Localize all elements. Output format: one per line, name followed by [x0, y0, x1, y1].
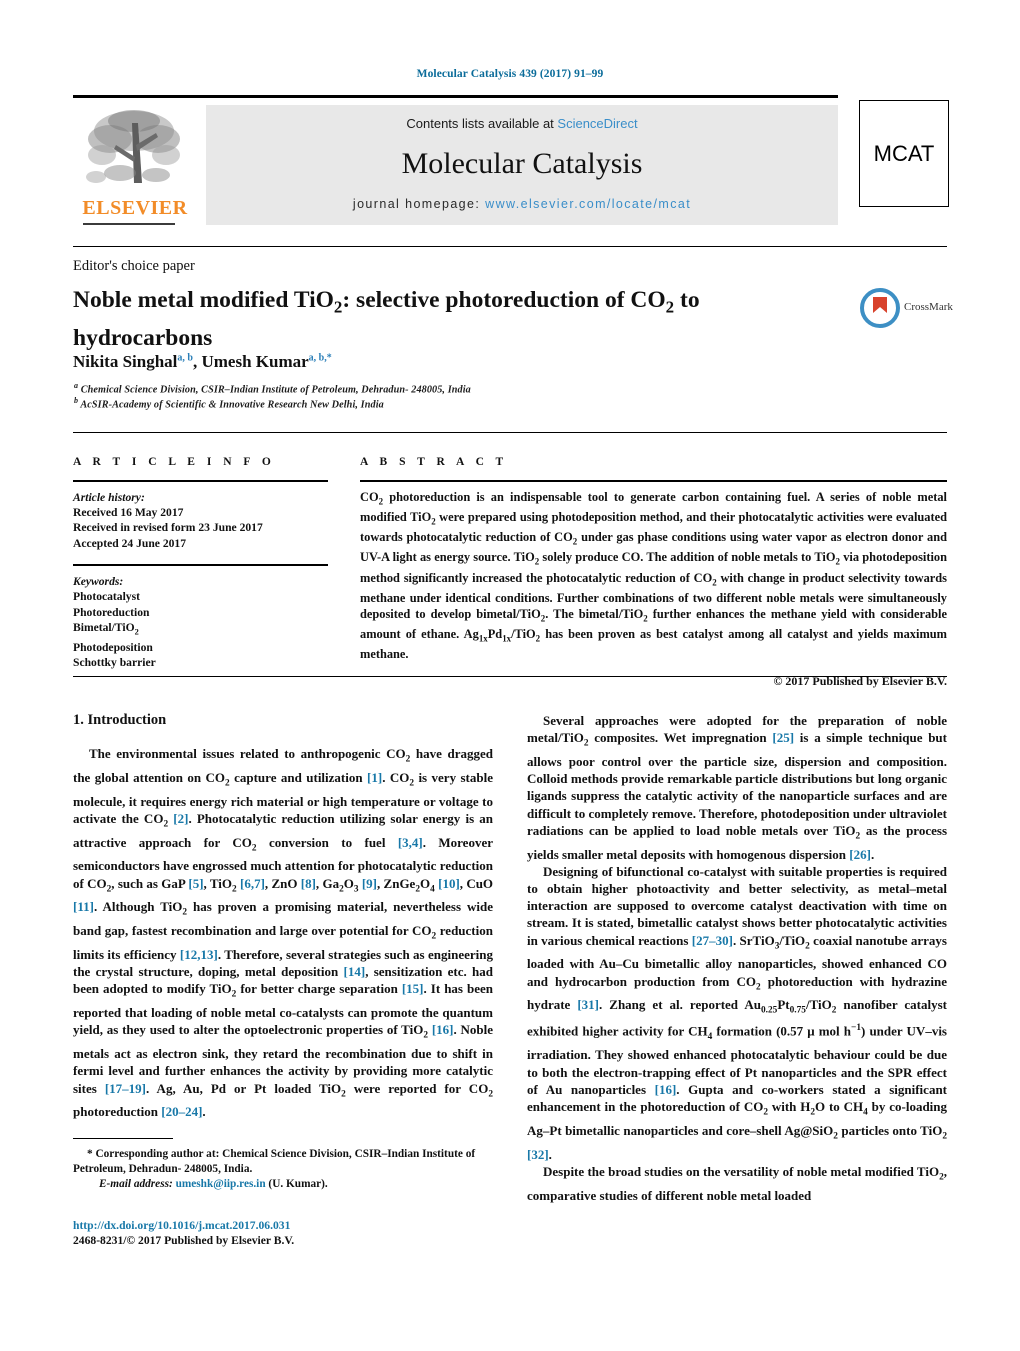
section-heading-introduction: 1. Introduction	[73, 712, 167, 728]
article-info-heading: A R T I C L E I N F O	[73, 456, 276, 468]
citation-ref[interactable]: [14]	[344, 964, 366, 979]
citation-ref[interactable]: [32]	[527, 1147, 549, 1162]
author-name-1: Nikita Singhal	[73, 352, 178, 371]
author-affil-marker-1: a, b	[177, 352, 193, 364]
elsevier-tree-baseline	[83, 222, 175, 225]
citation-ref[interactable]: [27–30]	[692, 933, 733, 948]
citation-ref[interactable]: [16]	[432, 1022, 454, 1037]
keywords-block: Keywords: Photocatalyst Photoreduction B…	[73, 574, 328, 671]
homepage-prefix: journal homepage:	[352, 197, 486, 211]
keywords-label: Keywords:	[73, 574, 124, 588]
citation-ref[interactable]: [26]	[849, 847, 871, 862]
affiliation-a: a Chemical Science Division, CSIR–Indian…	[74, 381, 774, 395]
keyword-item: Photocatalyst	[73, 590, 140, 604]
crossmark-badge[interactable]: CrossMark	[860, 288, 960, 330]
citation-ref[interactable]: [1]	[367, 770, 382, 785]
keywords-rule	[73, 564, 328, 566]
citation-ref[interactable]: [17–19]	[105, 1081, 146, 1096]
doi-link[interactable]: http://dx.doi.org/10.1016/j.mcat.2017.06…	[73, 1218, 493, 1233]
email-label: E-mail address:	[99, 1178, 173, 1191]
abstract-rule	[360, 480, 947, 482]
crossmark-icon	[860, 288, 900, 328]
citation-ref[interactable]: [8]	[301, 876, 316, 891]
article-info-rule	[73, 480, 328, 482]
citation-ref[interactable]: [20–24]	[161, 1104, 202, 1119]
elsevier-tree-icon	[80, 105, 188, 193]
page-title: Noble metal modified TiO 2: selective pho…	[73, 285, 773, 354]
masthead-bottom-rule	[73, 246, 947, 248]
paragraph: Several approaches were adopted for the …	[527, 713, 948, 862]
masthead-top-rule	[73, 95, 838, 98]
history-item: Received 16 May 2017	[73, 506, 184, 519]
journal-title: Molecular Catalysis	[401, 147, 643, 180]
citation-ref[interactable]: [25]	[772, 730, 794, 745]
citation-ref[interactable]: [15]	[402, 981, 424, 996]
journal-masthead: ELSEVIER Contents lists available at Sci…	[73, 95, 949, 232]
abstract-column: A B S T R A C T CO2 photoreduction is an…	[360, 456, 947, 689]
corresponding-author-footnote: * Corresponding author at: Chemical Scie…	[73, 1138, 493, 1192]
author-affil-marker-2: a, b,	[308, 352, 327, 364]
keyword-item: Photodeposition	[73, 640, 153, 654]
body-top-rule	[73, 676, 947, 678]
abstract-text: CO2 photoreduction is an indispensable t…	[360, 489, 947, 662]
email-suffix: (U. Kumar).	[265, 1178, 328, 1191]
article-history-label: Article history:	[73, 490, 145, 504]
footnote-affiliation: Corresponding author at: Chemical Scienc…	[73, 1148, 476, 1175]
journal-badge-label: MCAT	[873, 141, 935, 166]
email-link[interactable]: umeshk@iip.res.in	[176, 1178, 266, 1190]
paragraph: Designing of bifunctional co-catalyst wi…	[527, 863, 948, 1162]
affiliation-b-text: AcSIR-Academy of Scientific & Innovative…	[78, 399, 384, 411]
author-name-2: Umesh Kumar	[201, 352, 309, 371]
footer-doi-block: http://dx.doi.org/10.1016/j.mcat.2017.06…	[73, 1218, 493, 1248]
journal-band: Contents lists available at ScienceDirec…	[206, 105, 838, 225]
paper-page: Molecular Catalysis 439 (2017) 91–99 ELS…	[0, 0, 1020, 1351]
citation-ref[interactable]: [10]	[438, 876, 460, 891]
citation-ref[interactable]: [2]	[173, 811, 188, 826]
citation-ref[interactable]: [16]	[655, 1082, 677, 1097]
running-head: Molecular Catalysis 439 (2017) 91–99	[416, 68, 604, 80]
citation-ref[interactable]: [11]	[73, 899, 94, 914]
footnote-text: * Corresponding author at: Chemical Scie…	[73, 1147, 493, 1176]
title-sub-2: 2	[665, 297, 675, 317]
elsevier-wordmark: ELSEVIER	[82, 197, 188, 219]
author-list: Nikita Singhala, b, Umesh Kumara, b,*	[73, 352, 773, 372]
footnote-email-line: E-mail address: umeshk@iip.res.in (U. Ku…	[73, 1177, 493, 1192]
corresponding-author-marker: *	[326, 352, 332, 364]
crossmark-label: CrossMark	[904, 301, 953, 313]
title-seg-1: Noble metal modified TiO	[73, 287, 334, 313]
keyword-item: Schottky barrier	[73, 656, 156, 670]
article-category: Editor's choice paper	[73, 258, 195, 274]
article-history-block: Article history: Received 16 May 2017 Re…	[73, 490, 328, 552]
elsevier-logo: ELSEVIER	[75, 105, 195, 225]
citation-ref[interactable]: [12,13]	[180, 947, 218, 962]
body-column-left: 1. Introduction The environmental issues…	[73, 712, 493, 1121]
paragraph: Despite the broad studies on the versati…	[527, 1163, 947, 1203]
article-info-column: A R T I C L E I N F O Article history: R…	[73, 456, 328, 671]
citation-ref[interactable]: [3,4]	[398, 835, 423, 850]
affiliation-b: b AcSIR-Academy of Scientific & Innovati…	[74, 396, 774, 410]
keyword-item: Photoreduction	[73, 605, 150, 619]
contents-prefix: Contents lists available at	[406, 116, 558, 131]
issn-copyright: 2468-8231/© 2017 Published by Elsevier B…	[73, 1234, 295, 1247]
info-section-top-rule	[73, 432, 947, 434]
body-column-right: Several approaches were adopted for the …	[527, 712, 947, 1204]
history-item: Accepted 24 June 2017	[73, 536, 187, 550]
sciencedirect-link[interactable]: ScienceDirect	[557, 116, 637, 131]
paragraph: The environmental issues related to anth…	[73, 746, 494, 1120]
title-seg-2: : selective photoreduction of CO	[342, 287, 666, 313]
abstract-heading: A B S T R A C T	[360, 456, 508, 468]
journal-homepage-link[interactable]: www.elsevier.com/locate/mcat	[485, 197, 691, 211]
citation-ref[interactable]: [9]	[362, 876, 377, 891]
keyword-item: Bimetal/TiO2	[73, 621, 139, 637]
contents-available-line: Contents lists available at ScienceDirec…	[206, 116, 838, 131]
citation-ref[interactable]: [5]	[188, 876, 203, 891]
journal-badge-box: MCAT	[859, 100, 949, 207]
affiliation-a-text: Chemical Science Division, CSIR–Indian I…	[78, 384, 471, 396]
footnote-rule	[73, 1138, 173, 1140]
journal-homepage-line: journal homepage: www.elsevier.com/locat…	[206, 197, 838, 211]
citation-ref[interactable]: [6,7]	[240, 876, 265, 891]
history-item: Received in revised form 23 June 2017	[73, 521, 263, 535]
citation-ref[interactable]: [31]	[577, 997, 599, 1012]
